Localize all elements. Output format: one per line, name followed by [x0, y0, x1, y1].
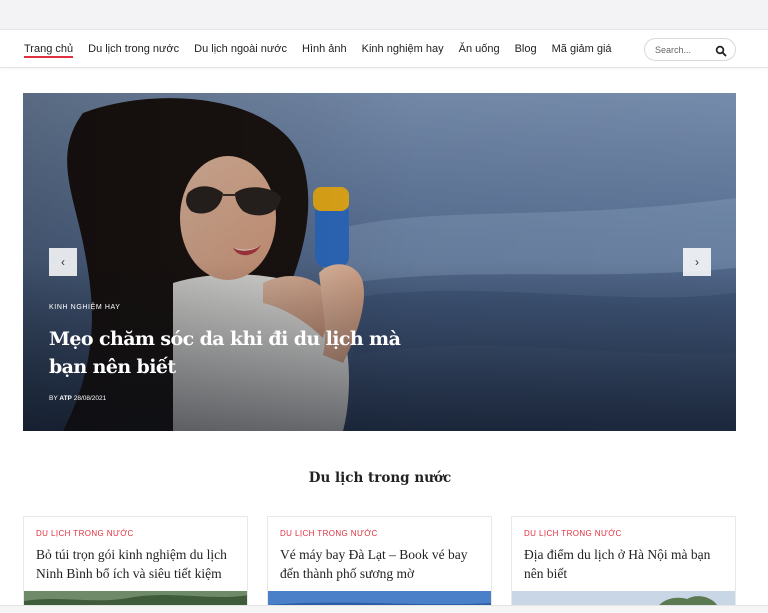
post-title[interactable]: Vé máy bay Đà Lạt – Book vé bay đến thàn…: [280, 545, 485, 583]
hero-category-link[interactable]: Kinh nghiệm hay: [49, 304, 121, 311]
nav-menu: Trang chủ Du lịch trong nước Du lịch ngo…: [24, 30, 627, 68]
author-prefix: BY: [49, 395, 58, 402]
nav-item-blog[interactable]: Blog: [515, 30, 537, 68]
hero-title[interactable]: Mẹo chăm sóc da khi đi du lịch mà bạn nê…: [49, 325, 429, 381]
featured-slider[interactable]: ‹ › Kinh nghiệm hay Mẹo chăm sóc da khi …: [23, 93, 736, 431]
nav-item-kinh-nghiem-hay[interactable]: Kinh nghiệm hay: [362, 30, 444, 68]
post-category-link[interactable]: Du lịch trong nước: [524, 529, 622, 538]
post-card[interactable]: Du lịch trong nước Bỏ túi trọn gói kinh …: [23, 516, 248, 613]
bottom-bar: [0, 605, 768, 613]
slider-next-button[interactable]: ›: [683, 248, 711, 276]
nav-item-du-lich-trong-nuoc[interactable]: Du lịch trong nước: [88, 30, 179, 68]
post-date: 28/08/2021: [73, 395, 107, 402]
nav-item-an-uong[interactable]: Ăn uống: [459, 30, 500, 68]
slider-prev-button[interactable]: ‹: [49, 248, 77, 276]
post-card[interactable]: Du lịch trong nước Vé máy bay Đà Lạt – B…: [267, 516, 492, 613]
post-category-link[interactable]: Du lịch trong nước: [280, 529, 378, 538]
nav-item-hinh-anh[interactable]: Hình ảnh: [302, 30, 347, 68]
search-input[interactable]: [655, 42, 715, 58]
nav-item-ma-giam-gia[interactable]: Mã giảm giá: [552, 30, 612, 68]
section-title: Du lịch trong nước: [308, 470, 452, 486]
post-category-link[interactable]: Du lịch trong nước: [36, 529, 134, 538]
nav-item-du-lich-ngoai-nuoc[interactable]: Du lịch ngoài nước: [194, 30, 287, 68]
author-name[interactable]: ATP: [59, 395, 72, 402]
post-title[interactable]: Bỏ túi trọn gói kinh nghiệm du lịch Ninh…: [36, 545, 241, 583]
hero-meta: BY ATP 28/08/2021: [49, 395, 106, 402]
post-title[interactable]: Địa điểm du lịch ở Hà Nội mà bạn nên biế…: [524, 545, 729, 583]
nav-item-trang-chu[interactable]: Trang chủ: [24, 30, 74, 68]
top-bar: [0, 0, 768, 30]
main-navigation: Trang chủ Du lịch trong nước Du lịch ngo…: [0, 30, 768, 68]
search-icon[interactable]: [715, 44, 727, 57]
post-card[interactable]: Du lịch trong nước Địa điểm du lịch ở Hà…: [511, 516, 736, 613]
search-box: [644, 38, 736, 61]
